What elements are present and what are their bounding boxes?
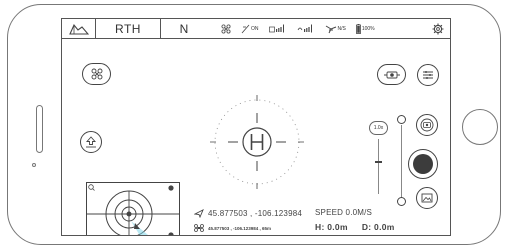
minimap-corner-dot xyxy=(168,185,174,191)
aircraft-coordinates: 45.877503 , -106.123984 xyxy=(194,209,302,218)
drone-home-icon xyxy=(194,224,204,232)
phone-home-button[interactable] xyxy=(462,109,498,145)
phone-camera-dot xyxy=(32,163,36,167)
gps-status: N/S xyxy=(325,24,346,34)
top-status-bar: RTH N ON N/S 100% xyxy=(62,19,450,39)
takeoff-icon xyxy=(85,136,97,148)
wifi-signal-icon xyxy=(297,24,312,33)
app-screen: RTH N ON N/S 100% 1.0x 45.877503 , -106.… xyxy=(61,18,451,236)
aircraft-coords-text: 45.877503 , -106.123984 xyxy=(208,209,303,218)
minimap[interactable] xyxy=(86,182,180,235)
remote-signal-status: ON xyxy=(241,24,259,34)
battery-status: 100% xyxy=(355,23,375,34)
aircraft-arrow-icon xyxy=(194,209,204,218)
satellite-icon xyxy=(325,25,336,33)
phone-speaker-slot xyxy=(36,105,43,153)
gallery-icon xyxy=(421,193,433,203)
signal-bars-status xyxy=(268,24,287,33)
record-dot xyxy=(413,154,433,174)
camera-switch-button[interactable] xyxy=(377,64,406,85)
minimap-corner-dot-bottom xyxy=(168,232,174,235)
signal-bars-icon xyxy=(268,24,284,33)
home-coordinates: 45.877503 , -106.123984 , 65m xyxy=(194,224,271,232)
battery-icon xyxy=(355,23,361,34)
zoom-badge[interactable]: 1.0x xyxy=(369,121,388,135)
record-button[interactable] xyxy=(408,149,438,179)
zoom-slider-track[interactable] xyxy=(401,125,402,203)
propeller-status xyxy=(221,23,231,34)
gear-icon[interactable] xyxy=(432,23,444,35)
sliders-icon xyxy=(423,71,433,79)
propeller-toggle-button[interactable] xyxy=(82,63,111,85)
gimbal-slider-thumb[interactable] xyxy=(375,161,382,163)
zoom-slider-bottom-knob[interactable] xyxy=(397,197,406,206)
photo-mode-button[interactable] xyxy=(416,114,438,136)
settings-menu-button[interactable] xyxy=(417,64,439,86)
gps-label: N/S xyxy=(337,25,346,32)
rth-label[interactable]: RTH xyxy=(96,19,161,38)
distance-readout: D: 0.0m xyxy=(361,222,395,232)
propeller-icon xyxy=(91,68,102,80)
remote-signal-icon xyxy=(241,24,250,33)
height-readout: H: 0.0m xyxy=(315,222,348,232)
gimbal-slider-track[interactable] xyxy=(378,139,379,194)
gallery-button[interactable] xyxy=(416,187,438,209)
takeoff-button[interactable] xyxy=(80,131,102,153)
wifi-status xyxy=(297,24,315,33)
photo-mode-icon xyxy=(420,118,434,132)
battery-label: 100% xyxy=(361,25,375,32)
home-coords-text: 45.877503 , -106.123984 , 65m xyxy=(208,225,272,231)
camera-switch-icon xyxy=(383,71,400,78)
zoom-slider-top-knob[interactable] xyxy=(397,115,406,124)
height-distance-readout: H: 0.0m D: 0.0m xyxy=(315,222,395,232)
speed-readout: SPEED 0.0M/S xyxy=(315,208,373,217)
propeller-icon xyxy=(221,23,231,34)
drone-logo-icon[interactable] xyxy=(62,19,96,38)
helipad-icon xyxy=(210,95,304,189)
signal-label: ON xyxy=(251,25,259,32)
flight-mode-label: N xyxy=(179,21,189,36)
